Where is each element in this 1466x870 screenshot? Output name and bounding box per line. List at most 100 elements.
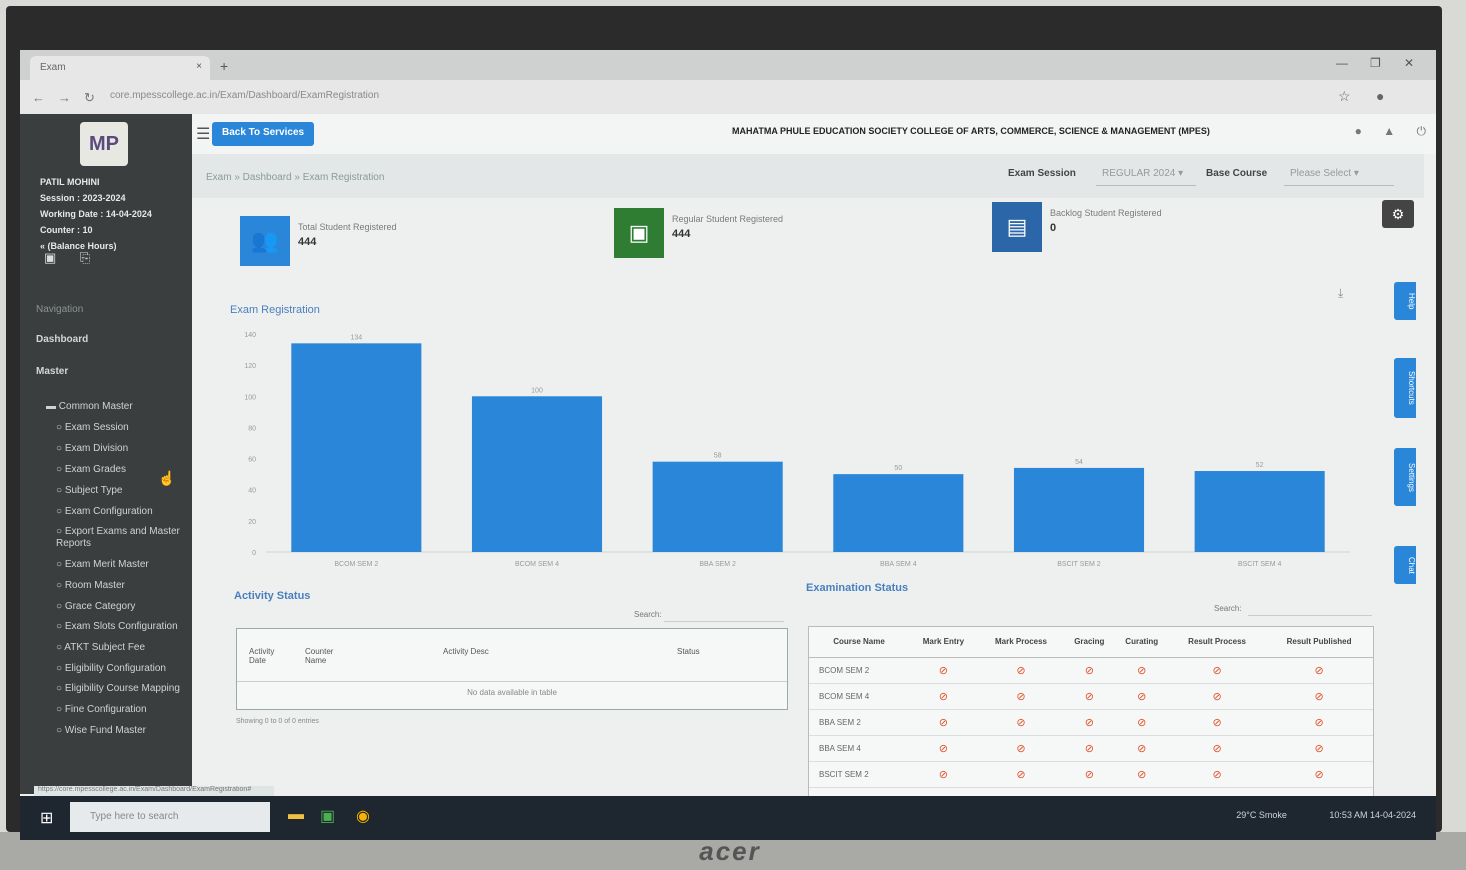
status-cell: ⊘ <box>1265 683 1373 710</box>
table-row: BCOM SEM 4 ⊘ ⊘ ⊘ ⊘ ⊘ ⊘ <box>809 683 1373 710</box>
bar-data-label: 58 <box>714 453 722 460</box>
status-cell: ⊘ <box>1169 683 1266 710</box>
sidebar-item-grace-category[interactable]: ○ Grace Category <box>46 596 186 617</box>
back-icon[interactable]: ← <box>32 90 45 105</box>
y-tick-label: 60 <box>248 457 256 464</box>
sidebar-item-room-master[interactable]: ○ Room Master <box>46 575 186 596</box>
base-course-select[interactable]: Please Select ▾ <box>1284 164 1394 186</box>
activity-search-input[interactable] <box>664 606 784 622</box>
course-name-cell: BSCIT SEM 2 <box>809 761 910 788</box>
bar <box>833 474 964 552</box>
copy-icon[interactable]: ⎘ <box>80 250 90 265</box>
store-icon[interactable]: ▣ <box>320 806 335 826</box>
column-header[interactable]: Gracing <box>1064 627 1115 658</box>
tab-close-icon[interactable]: × <box>196 61 202 72</box>
weather-text[interactable]: 29°C Smoke <box>1236 810 1287 820</box>
bar-data-label: 134 <box>350 334 362 341</box>
status-cell: ⊘ <box>909 709 978 736</box>
sidebar-item-eligibility-configuration[interactable]: ○ Eligibility Configuration <box>46 658 186 679</box>
sidebar-item-fine-configuration[interactable]: ○ Fine Configuration <box>46 699 186 720</box>
column-header[interactable]: Result Published <box>1265 627 1373 658</box>
bookmark-star-icon[interactable]: ☆ <box>1338 88 1351 105</box>
status-cell: ⊘ <box>1265 709 1373 736</box>
activity-showing-text: Showing 0 to 0 of 0 entries <box>236 718 319 725</box>
chrome-icon[interactable]: ◉ <box>356 806 370 826</box>
y-tick-label: 40 <box>248 488 256 495</box>
profile-icon[interactable]: ● <box>1376 88 1384 104</box>
session-text: Session : 2023-2024 <box>40 193 126 203</box>
status-cell: ⊘ <box>1169 761 1266 788</box>
sidebar-item-exam-division[interactable]: ○ Exam Division <box>46 438 186 459</box>
bar-data-label: 54 <box>1075 459 1083 466</box>
column-header[interactable]: Status <box>677 647 700 656</box>
column-header[interactable]: Counter Name <box>305 647 345 665</box>
sidebar-item-export-exams[interactable]: ○ Export Exams and Master Reports <box>46 526 186 550</box>
sidebar-item-eligibility-course-mapping[interactable]: ○ Eligibility Course Mapping <box>46 683 186 695</box>
side-tab-settings[interactable]: Settings <box>1394 448 1416 506</box>
column-header[interactable]: Activity Date <box>249 647 289 665</box>
table-row: BSCIT SEM 2 ⊘ ⊘ ⊘ ⊘ ⊘ ⊘ <box>809 761 1373 788</box>
url-field[interactable]: core.mpesscollege.ac.in/Exam/Dashboard/E… <box>110 90 710 101</box>
notification-icon[interactable]: ▲ <box>1383 124 1395 138</box>
column-header[interactable]: Mark Process <box>977 627 1065 658</box>
user-icon[interactable]: ● <box>1355 124 1362 138</box>
new-tab-button[interactable]: + <box>220 58 228 74</box>
sidebar-item-common-master[interactable]: ▬ Common Master <box>46 396 186 417</box>
hamburger-menu-icon[interactable]: ☰ <box>196 124 210 144</box>
status-cell: ⊘ <box>1265 657 1373 684</box>
bar-data-label: 100 <box>531 387 543 394</box>
power-icon[interactable]: ⏻ <box>1417 124 1427 138</box>
column-header[interactable]: Activity Desc <box>443 647 489 656</box>
status-cell: ⊘ <box>1114 709 1170 736</box>
minimize-icon[interactable]: — <box>1336 56 1348 70</box>
not-done-icon: ⊘ <box>1212 690 1222 703</box>
sidebar-item-exam-session[interactable]: ○ Exam Session <box>46 417 186 438</box>
file-explorer-icon[interactable]: ▬ <box>288 806 304 824</box>
sidebar-item-atkt-subject-fee[interactable]: ○ ATKT Subject Fee <box>46 637 186 658</box>
y-tick-label: 80 <box>248 425 256 432</box>
sidebar-item-master[interactable]: Master <box>36 366 68 377</box>
column-header[interactable]: Curating <box>1114 627 1170 658</box>
side-tab-help[interactable]: Help <box>1394 282 1416 320</box>
status-cell: ⊘ <box>909 735 978 762</box>
status-cell: ⊘ <box>1265 761 1373 788</box>
column-header[interactable]: Mark Entry <box>909 627 978 658</box>
side-tab-chat[interactable]: Chat <box>1394 546 1416 584</box>
sidebar-item-exam-merit-master[interactable]: ○ Exam Merit Master <box>46 554 186 575</box>
column-header[interactable]: Course Name <box>809 627 910 658</box>
sidebar-menu: ▬ Common Master ○ Exam Session ○ Exam Di… <box>46 396 186 741</box>
bar <box>652 461 783 552</box>
maximize-icon[interactable]: ❐ <box>1370 56 1381 70</box>
close-window-icon[interactable]: ✕ <box>1404 56 1414 70</box>
camera-icon[interactable]: ▣ <box>44 250 56 265</box>
status-cell: ⊘ <box>909 761 978 788</box>
sidebar-item-dashboard[interactable]: Dashboard <box>36 334 88 345</box>
download-icon[interactable]: ⤓ <box>1338 286 1343 301</box>
browser-tab[interactable]: Exam × <box>30 56 210 80</box>
column-header[interactable]: Result Process <box>1169 627 1266 658</box>
status-cell: ⊘ <box>1265 735 1373 762</box>
windows-start-icon[interactable]: ⊞ <box>40 808 53 828</box>
forward-icon[interactable]: → <box>58 90 71 105</box>
x-tick-label: BBA SEM 4 <box>880 561 917 568</box>
sidebar-item-wise-fund-master[interactable]: ○ Wise Fund Master <box>46 720 186 741</box>
exam-search-label: Search: <box>1214 604 1242 613</box>
not-done-icon: ⊘ <box>1016 664 1026 677</box>
x-tick-label: BCOM SEM 4 <box>515 561 559 568</box>
not-done-icon: ⊘ <box>1314 742 1324 755</box>
status-cell: ⊘ <box>1064 683 1115 710</box>
breadcrumb: Exam » Dashboard » Exam Registration <box>206 172 385 183</box>
settings-gear-icon[interactable]: ⚙ <box>1382 200 1414 228</box>
reload-icon[interactable]: ↻ <box>84 90 95 106</box>
exam-search-input[interactable] <box>1248 600 1372 616</box>
sidebar-item-exam-configuration[interactable]: ○ Exam Configuration <box>46 501 186 522</box>
table-row: BCOM SEM 2 ⊘ ⊘ ⊘ ⊘ ⊘ ⊘ <box>809 657 1373 684</box>
clock-text[interactable]: 10:53 AM 14-04-2024 <box>1329 810 1416 820</box>
exam-session-select[interactable]: REGULAR 2024 ▾ <box>1096 164 1196 186</box>
students-icon: 👥 <box>240 216 290 266</box>
taskbar-search-input[interactable]: Type here to search <box>70 802 270 832</box>
side-tab-shortcuts[interactable]: Shortcuts <box>1394 358 1416 418</box>
sidebar-item-exam-slots[interactable]: ○ Exam Slots Configuration <box>46 621 186 633</box>
back-to-services-button[interactable]: Back To Services <box>212 122 315 146</box>
table-header-row: Course Name Mark Entry Mark Process Grac… <box>809 627 1373 658</box>
